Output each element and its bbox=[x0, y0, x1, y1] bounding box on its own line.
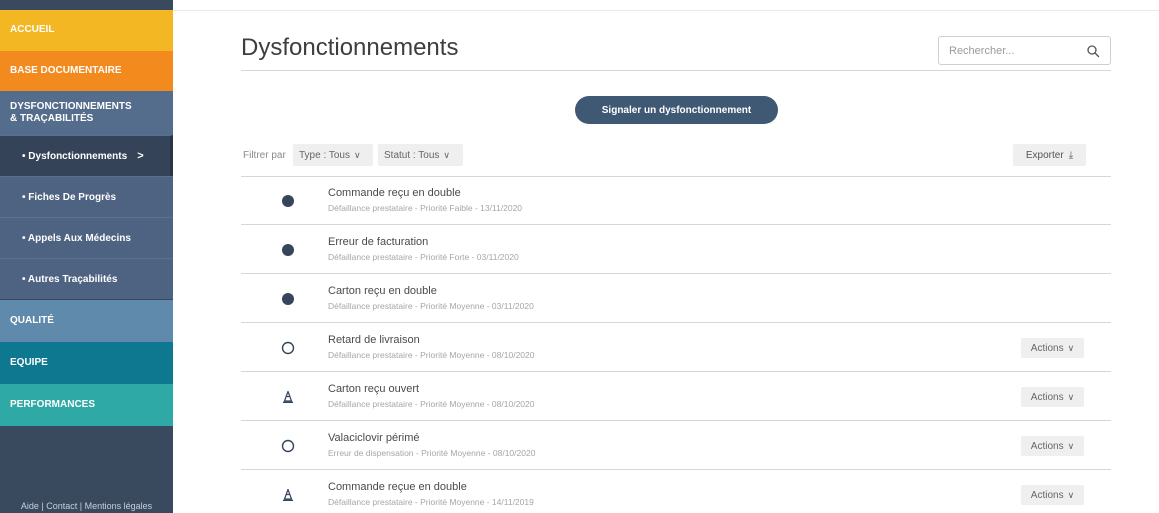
chevron-down-icon: ∨ bbox=[1067, 489, 1075, 500]
status-filled-circle-icon bbox=[282, 195, 294, 207]
nav-dysfonctionnements-label-line1: DYSFONCTIONNEMENTS bbox=[10, 101, 132, 112]
sidebar-item-label: • Autres Traçabilités bbox=[22, 273, 118, 285]
traffic-cone-icon bbox=[283, 390, 293, 404]
sidebar: ACCUEIL BASE DOCUMENTAIRE DYSFONCTIONNEM… bbox=[0, 0, 173, 513]
filter-statut-dropdown[interactable]: Statut : Tous ∨ bbox=[378, 144, 463, 166]
search-box[interactable] bbox=[938, 36, 1111, 65]
item-subtitle: Défaillance prestataire - Priorité Faibl… bbox=[328, 203, 523, 213]
actions-label: Actions bbox=[1030, 489, 1064, 501]
chevron-down-icon: ∨ bbox=[1067, 391, 1075, 402]
list-item[interactable]: Retard de livraison Défaillance prestata… bbox=[241, 323, 1111, 372]
title-divider bbox=[241, 70, 1111, 71]
sidebar-item-label: • Dysfonctionnements bbox=[22, 150, 128, 162]
sidebar-item-fiches-de-progres[interactable]: • Fiches De Progrès bbox=[0, 176, 173, 217]
footer-link-contact[interactable]: Contact bbox=[46, 501, 77, 511]
nav-equipe[interactable]: EQUIPE bbox=[0, 342, 173, 384]
filter-type-dropdown[interactable]: Type : Tous ∨ bbox=[293, 144, 373, 166]
report-malfunction-button[interactable]: Signaler un dysfonctionnement bbox=[575, 96, 778, 124]
filter-type-label: Type : Tous bbox=[299, 149, 350, 161]
list-item[interactable]: Erreur de facturation Défaillance presta… bbox=[241, 225, 1111, 274]
actions-dropdown[interactable]: Actions ∨ bbox=[1021, 338, 1084, 358]
sidebar-item-dysfonctionnements[interactable]: • Dysfonctionnements > bbox=[0, 135, 173, 176]
item-title: Retard de livraison bbox=[328, 334, 420, 346]
item-subtitle: Défaillance prestataire - Priorité Moyen… bbox=[328, 497, 534, 507]
sidebar-item-label: • Fiches De Progrès bbox=[22, 191, 117, 203]
sidebar-item-label: • Appels Aux Médecins bbox=[22, 232, 131, 244]
item-title: Carton reçu ouvert bbox=[328, 383, 420, 395]
item-subtitle: Défaillance prestataire - Priorité Moyen… bbox=[328, 301, 534, 311]
export-button[interactable]: Exporter ⤓ bbox=[1013, 144, 1086, 166]
chevron-down-icon: ∨ bbox=[443, 149, 450, 160]
chevron-down-icon: ∨ bbox=[1067, 342, 1075, 353]
chevron-down-icon: ∨ bbox=[353, 149, 361, 160]
filter-statut-label: Statut : Tous bbox=[384, 149, 440, 161]
item-title: Carton reçu en double bbox=[328, 285, 437, 297]
sidebar-footer: Aide | Contact | Mentions légales bbox=[0, 501, 173, 511]
traffic-cone-icon bbox=[283, 488, 293, 502]
actions-label: Actions bbox=[1030, 342, 1064, 354]
item-subtitle: Défaillance prestataire - Priorité Moyen… bbox=[328, 350, 535, 360]
list-item[interactable]: Valaciclovir périmé Erreur de dispensati… bbox=[241, 421, 1111, 470]
item-subtitle: Défaillance prestataire - Priorité Moyen… bbox=[328, 399, 535, 409]
status-filled-circle-icon bbox=[282, 293, 294, 305]
search-icon[interactable] bbox=[1086, 44, 1100, 58]
nav-dysfonctionnements-label-line2: & TRAÇABILITÉS bbox=[10, 113, 94, 124]
actions-label: Actions bbox=[1030, 440, 1064, 452]
actions-dropdown[interactable]: Actions ∨ bbox=[1021, 436, 1084, 456]
status-empty-circle-icon bbox=[281, 439, 295, 453]
top-divider bbox=[173, 10, 1159, 11]
filter-label: Filtrer par bbox=[243, 150, 286, 161]
actions-label: Actions bbox=[1030, 391, 1064, 403]
footer-link-aide[interactable]: Aide bbox=[21, 501, 39, 511]
item-title: Commande reçu en double bbox=[328, 187, 461, 199]
status-filled-circle-icon bbox=[282, 244, 294, 256]
chevron-down-icon: ∨ bbox=[1067, 440, 1075, 451]
list-item[interactable]: Carton reçu en double Défaillance presta… bbox=[241, 274, 1111, 323]
list-item[interactable]: Commande reçue en double Défaillance pre… bbox=[241, 470, 1111, 513]
footer-separator: | bbox=[77, 501, 85, 511]
item-title: Commande reçue en double bbox=[328, 481, 467, 493]
actions-dropdown[interactable]: Actions ∨ bbox=[1021, 485, 1084, 505]
item-subtitle: Erreur de dispensation - Priorité Moyenn… bbox=[328, 448, 536, 458]
list-item[interactable]: Commande reçu en double Défaillance pres… bbox=[241, 176, 1111, 225]
nav-base-documentaire[interactable]: BASE DOCUMENTAIRE bbox=[0, 51, 173, 91]
sidebar-item-autres-tracabilites[interactable]: • Autres Traçabilités bbox=[0, 258, 173, 299]
nav-dysfonctionnements-tracabilites[interactable]: DYSFONCTIONNEMENTS & TRAÇABILITÉS bbox=[0, 91, 173, 135]
chevron-right-icon: > bbox=[137, 150, 144, 162]
search-input[interactable] bbox=[949, 44, 1079, 57]
status-empty-circle-icon bbox=[281, 341, 295, 355]
item-title: Erreur de facturation bbox=[328, 236, 429, 248]
page-title: Dysfonctionnements bbox=[241, 34, 459, 61]
item-subtitle: Défaillance prestataire - Priorité Forte… bbox=[328, 252, 519, 262]
nav-accueil[interactable]: ACCUEIL bbox=[0, 10, 173, 51]
sidebar-item-appels-aux-medecins[interactable]: • Appels Aux Médecins bbox=[0, 217, 173, 258]
nav-qualite[interactable]: QUALITÉ bbox=[0, 300, 173, 342]
nav-performances[interactable]: PERFORMANCES bbox=[0, 384, 173, 426]
download-icon: ⤓ bbox=[1068, 149, 1074, 161]
export-label: Exporter bbox=[1025, 149, 1064, 161]
list-item[interactable]: Carton reçu ouvert Défaillance prestatai… bbox=[241, 372, 1111, 421]
actions-dropdown[interactable]: Actions ∨ bbox=[1021, 387, 1084, 407]
footer-link-mentions-legales[interactable]: Mentions légales bbox=[85, 501, 153, 511]
item-title: Valaciclovir périmé bbox=[328, 432, 420, 444]
